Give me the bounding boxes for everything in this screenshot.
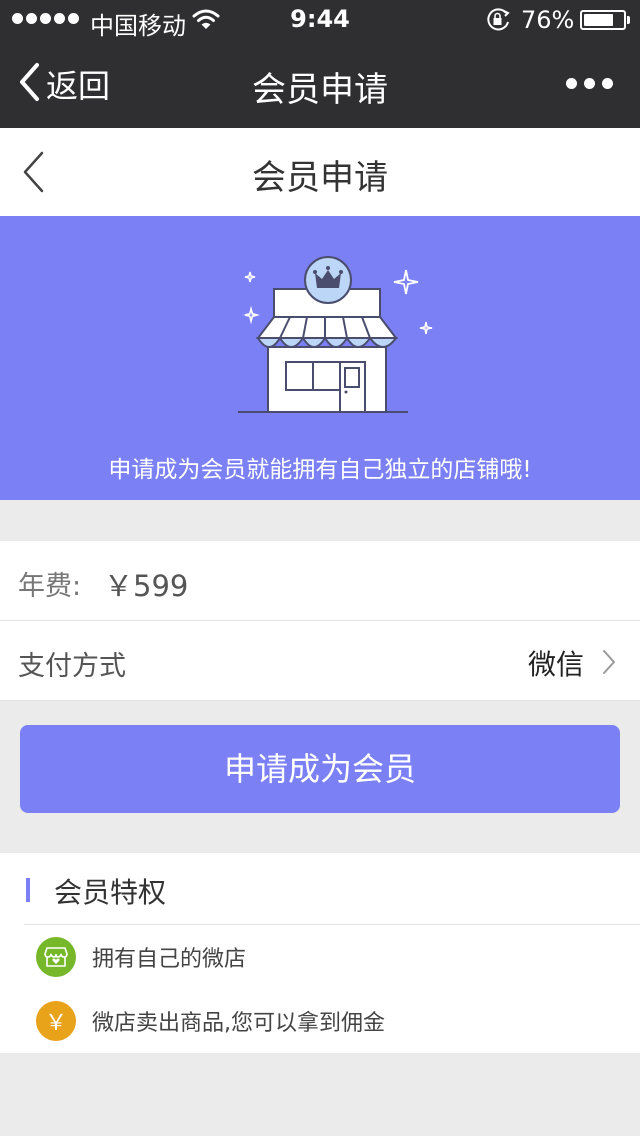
fee-label: 年费: [18, 571, 82, 602]
more-dots-icon[interactable] [566, 78, 613, 89]
privilege-item: ￥ 微店卖出商品,您可以拿到佣金 [36, 1001, 616, 1041]
fee-value: ￥599 [104, 569, 189, 603]
apply-membership-button[interactable]: 申请成为会员 [20, 725, 620, 813]
battery-icon [580, 10, 626, 30]
page-header: 会员申请 [0, 128, 640, 216]
member-privileges-section: 会员特权 拥有自己的微店 ￥ 微店卖出商品,您可以拿到佣金 [0, 853, 640, 1053]
page-title: 会员申请 [252, 158, 388, 198]
payment-method-value: 微信 [527, 648, 584, 681]
battery-level-fill [584, 14, 613, 26]
battery-cap [627, 16, 630, 24]
shop-crown-icon [200, 252, 440, 421]
nav-title: 会员申请 [252, 70, 388, 110]
privilege-item: 拥有自己的微店 [36, 937, 616, 977]
divider [24, 924, 640, 925]
privileges-title: 会员特权 [54, 876, 167, 909]
privilege-text: 拥有自己的微店 [92, 947, 247, 972]
navigation-bar: 返回 会员申请 [0, 40, 640, 128]
banner-text: 申请成为会员就能拥有自己独立的店铺哦! [108, 457, 532, 483]
shop-icon [36, 937, 76, 977]
status-bar: 中国移动 9:44 76% [0, 0, 640, 40]
payment-method-row[interactable]: 支付方式 微信 [0, 621, 640, 701]
yen-icon: ￥ [36, 1001, 76, 1041]
privilege-text: 微店卖出商品,您可以拿到佣金 [92, 1011, 385, 1036]
membership-banner: 申请成为会员就能拥有自己独立的店铺哦! [0, 216, 640, 500]
battery-percentage: 76% [521, 6, 575, 34]
payment-method-label: 支付方式 [18, 651, 126, 682]
section-accent-bar [26, 878, 30, 902]
rotation-lock-icon [486, 8, 512, 36]
annual-fee-row: 年费: ￥599 [0, 541, 640, 621]
chevron-right-icon [602, 649, 616, 679]
